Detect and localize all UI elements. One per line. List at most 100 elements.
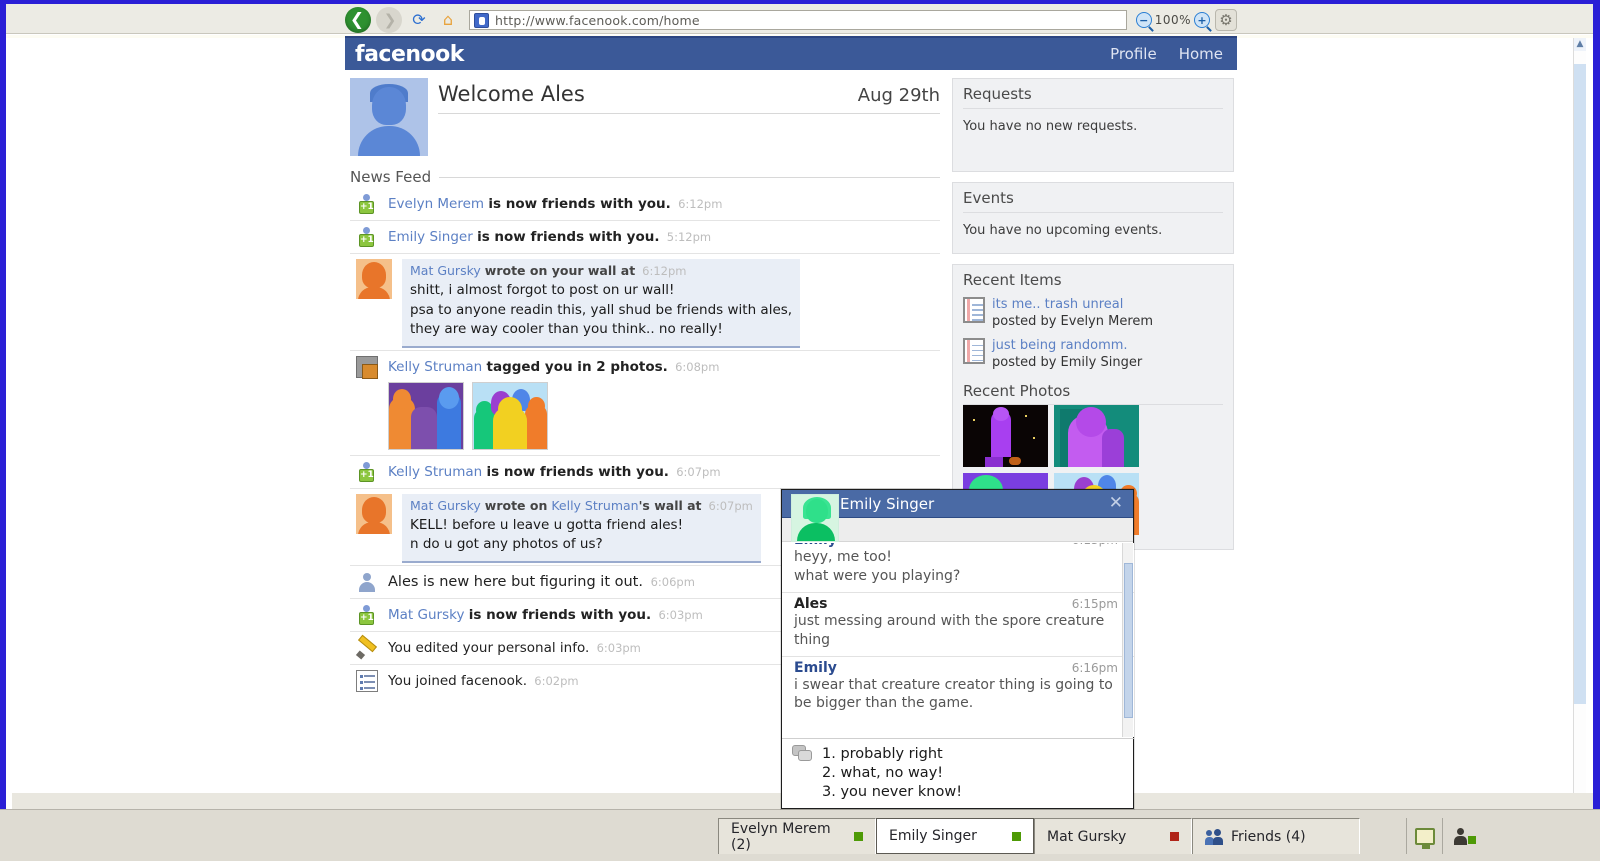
note-icon xyxy=(963,337,985,364)
chat-message-line: heyy, me too! xyxy=(794,549,892,565)
feed-actor-name[interactable]: Evelyn Merem xyxy=(388,196,484,212)
status-badge xyxy=(1170,832,1179,841)
taskbar-tasks: Evelyn Merem (2) Emily Singer Mat Gursky… xyxy=(718,818,1360,854)
chat-scrollbar-thumb[interactable] xyxy=(1124,563,1133,718)
feed-item[interactable]: +1 Kelly Struman is now friends with you… xyxy=(350,456,940,489)
scroll-up-arrow-icon[interactable]: ▲ xyxy=(1574,38,1586,51)
feed-item[interactable]: +1 Evelyn Merem is now friends with you.… xyxy=(350,188,940,221)
chat-option[interactable]: 1. probably right xyxy=(822,745,962,764)
news-feed-header: News Feed xyxy=(350,168,940,186)
wall-post: Mat Gursky wrote on your wall at 6:12pm … xyxy=(402,259,801,348)
zoom-in-button[interactable]: + xyxy=(1194,12,1210,28)
monitor-icon[interactable] xyxy=(1414,827,1435,849)
taskbar-item-label: Mat Gursky xyxy=(1047,828,1127,845)
user-avatar[interactable] xyxy=(350,78,428,156)
nav-item-profile[interactable]: Profile xyxy=(1110,45,1157,63)
photo-2[interactable] xyxy=(1054,404,1139,467)
wall-post-line: n do u got any photos of us? xyxy=(410,536,603,553)
site-favicon-icon xyxy=(474,12,489,28)
taskbar-item-friends[interactable]: Friends (4) xyxy=(1192,818,1360,854)
divider xyxy=(438,113,940,114)
nav-item-home[interactable]: Home xyxy=(1179,45,1223,63)
tray-cell[interactable] xyxy=(1406,818,1442,854)
wall-post-line: KELL! before u leave u gotta friend ales… xyxy=(410,516,684,533)
taskbar-item-label: Evelyn Merem (2) xyxy=(731,820,831,853)
list-item[interactable]: its me.. trash unreal posted by Evelyn M… xyxy=(953,294,1233,335)
feed-timestamp: 6:08pm xyxy=(675,359,720,374)
close-icon[interactable]: ✕ xyxy=(1105,495,1127,512)
feed-timestamp: 6:02pm xyxy=(534,674,579,689)
tagged-photo-1[interactable] xyxy=(388,381,464,450)
list-item[interactable]: just being randomm. posted by Emily Sing… xyxy=(953,335,1233,376)
chat-window[interactable]: Emily Singer ✕ Emily 6:13pm heyy, me too… xyxy=(781,489,1134,809)
mat-gursky-avatar[interactable] xyxy=(356,259,392,299)
zoom-level-label: 100% xyxy=(1154,13,1191,27)
forward-arrow-icon[interactable]: ❯ xyxy=(376,7,402,33)
status-badge xyxy=(854,832,863,841)
home-icon[interactable]: ⌂ xyxy=(436,8,460,32)
feed-actor-name[interactable]: Kelly Struman xyxy=(388,359,482,375)
chat-message-time: 6:15pm xyxy=(1071,596,1118,611)
feed-item[interactable]: +1 Emily Singer is now friends with you.… xyxy=(350,221,940,254)
events-panel: Events You have no upcoming events. xyxy=(952,182,1234,254)
wall-post-line: psa to anyone readin this, yall shud be … xyxy=(410,301,793,318)
chat-message-line: thing xyxy=(794,631,831,648)
back-arrow-icon[interactable]: ❮ xyxy=(345,7,371,33)
user-status-icon[interactable] xyxy=(1452,827,1476,845)
feed-actor-name[interactable]: Mat Gursky xyxy=(410,498,481,513)
tray-cell[interactable] xyxy=(1442,818,1478,854)
taskbar-item-label: Friends (4) xyxy=(1231,828,1306,845)
photo-tag-icon xyxy=(356,355,378,379)
site-logo[interactable]: facenook xyxy=(355,42,464,67)
taskbar-item-mat-gursky[interactable]: Mat Gursky xyxy=(1034,818,1192,854)
chat-message-line: what were you playing? xyxy=(794,567,961,584)
emily-singer-avatar[interactable] xyxy=(791,494,839,542)
chat-message-time: 6:16pm xyxy=(1071,660,1118,675)
wall-post-line: shitt, i almost forgot to post on ur wal… xyxy=(410,282,675,298)
feed-status-text: You edited your personal info. xyxy=(388,640,590,657)
recent-item-title[interactable]: just being randomm. xyxy=(992,338,1142,355)
photo-1[interactable] xyxy=(963,404,1048,467)
welcome-text: Welcome Ales Aug 29th xyxy=(438,78,940,114)
feed-timestamp: 6:12pm xyxy=(678,197,723,211)
scrollbar-thumb[interactable] xyxy=(1574,64,1586,704)
system-tray xyxy=(1406,818,1478,854)
status-badge xyxy=(1012,831,1021,841)
mat-gursky-avatar[interactable] xyxy=(356,493,392,534)
chat-option[interactable]: 2. what, no way! xyxy=(822,764,962,783)
gear-icon[interactable]: ⚙ xyxy=(1215,9,1237,31)
page-scrollbar[interactable]: ▲ ▼ xyxy=(1573,38,1586,808)
note-icon xyxy=(963,297,985,323)
feed-timestamp: 6:06pm xyxy=(650,575,695,590)
taskbar-item-evelyn-merem[interactable]: Evelyn Merem (2) xyxy=(718,818,876,854)
url-text[interactable]: http://www.facenook.com/home xyxy=(495,13,700,28)
wall-post-line: they are way cooler than you think.. no … xyxy=(410,321,723,338)
feed-item[interactable]: Mat Gursky wrote on your wall at 6:12pm … xyxy=(350,254,940,350)
feed-item[interactable]: Kelly Struman tagged you in 2 photos. 6:… xyxy=(350,349,940,456)
reload-icon[interactable]: ⟳ xyxy=(407,8,431,32)
feed-actor-name[interactable]: Mat Gursky xyxy=(388,607,464,623)
feed-actor-name[interactable]: Kelly Struman xyxy=(388,464,482,480)
recent-items-title: Recent Items xyxy=(963,271,1062,289)
feed-timestamp: 6:07pm xyxy=(676,464,721,479)
person-icon xyxy=(356,571,378,593)
feed-actor-name[interactable]: Emily Singer xyxy=(388,229,473,245)
zoom-out-button[interactable]: − xyxy=(1135,12,1152,28)
taskbar-item-emily-singer[interactable]: Emily Singer xyxy=(876,818,1034,854)
feed-action: wrote on xyxy=(484,497,548,513)
friend-add-icon: +1 xyxy=(356,226,378,248)
address-bar[interactable]: http://www.facenook.com/home xyxy=(469,10,1127,30)
feed-action: tagged you in 2 photos. xyxy=(486,358,668,375)
feed-target-name[interactable]: Kelly Struman xyxy=(551,498,638,513)
chat-scrollbar[interactable] xyxy=(1122,543,1133,737)
tagged-photo-2[interactable] xyxy=(472,381,548,450)
zoom-controls: − 100% + xyxy=(1135,12,1210,28)
current-date: Aug 29th xyxy=(857,85,940,106)
pencil-icon xyxy=(355,634,378,660)
chat-option[interactable]: 3. you never know! xyxy=(822,783,962,802)
divider xyxy=(439,176,940,178)
friend-add-icon: +1 xyxy=(356,461,378,483)
feed-actor-name[interactable]: Mat Gursky xyxy=(410,263,481,278)
feed-timestamp: 6:07pm xyxy=(708,498,753,513)
recent-item-title[interactable]: its me.. trash unreal xyxy=(992,297,1153,314)
